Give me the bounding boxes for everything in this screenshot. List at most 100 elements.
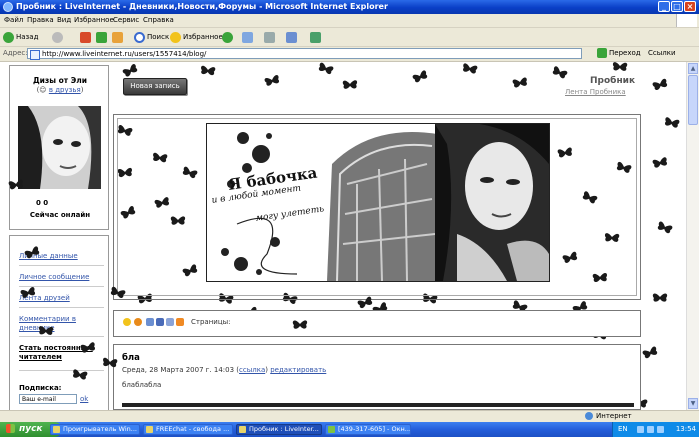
add-friend-row: (☺ в друзья) (36, 86, 84, 94)
smile-icon[interactable] (123, 318, 131, 326)
windows-flag-icon (6, 424, 15, 433)
task-window[interactable]: [439-317-605] - Окн... (325, 424, 411, 435)
media-player-icon (53, 426, 60, 433)
divider (19, 370, 104, 371)
butterfly-icon (264, 75, 280, 86)
new-post-button[interactable]: Новая запись (123, 78, 187, 95)
butterfly-icon (512, 77, 527, 88)
favorites-button[interactable]: Избранное (170, 31, 223, 43)
list-icon[interactable] (156, 318, 164, 326)
rss-icon[interactable] (176, 318, 184, 326)
divider (19, 265, 104, 266)
media-icon (222, 31, 233, 43)
clock: 13:54 (675, 425, 696, 433)
address-url: http://www.liveinternet.ru/users/1557414… (42, 50, 207, 58)
stop-icon (80, 31, 91, 43)
stop-button[interactable] (80, 31, 91, 43)
menu-tools[interactable]: Сервис (113, 16, 139, 24)
nav-become-reader[interactable]: Стать постоянным читателем (19, 344, 104, 362)
menu-favorites[interactable]: Избранное (74, 16, 114, 24)
post-edit-link[interactable]: редактировать (270, 366, 326, 374)
links-button[interactable]: Ссылки (648, 49, 676, 57)
post-permalink[interactable]: ссылка (239, 366, 265, 374)
task-probnik[interactable]: Пробник : LiveInter... (236, 424, 322, 435)
divider (19, 286, 104, 287)
menu-view[interactable]: Вид (57, 16, 71, 24)
language-indicator[interactable]: EN (618, 422, 628, 437)
menu-edit[interactable]: Правка (27, 16, 54, 24)
back-button[interactable]: Назад (3, 31, 38, 43)
menu-file[interactable]: Файл (4, 16, 23, 24)
scroll-up-arrow-icon[interactable]: ▲ (688, 63, 698, 74)
nav-friends-feed[interactable]: Лента друзей (19, 294, 104, 303)
butterfly-icon (552, 66, 568, 79)
blog-title: Пробник (590, 76, 636, 86)
star-icon (170, 31, 181, 43)
scroll-down-arrow-icon[interactable]: ▼ (688, 398, 698, 409)
mail-button[interactable] (242, 31, 253, 43)
globe-icon (585, 412, 593, 420)
nav-private-message[interactable]: Личное сообщение (19, 273, 104, 282)
forward-button[interactable] (52, 31, 65, 43)
address-label: Адрес: (3, 49, 28, 57)
butterfly-icon (664, 117, 680, 128)
butterfly-icon (652, 78, 668, 91)
edit-button[interactable] (286, 31, 297, 43)
window-title: Пробник : LiveInternet - Дневники,Новост… (16, 2, 388, 11)
print-button[interactable] (264, 31, 275, 43)
add-friend-link[interactable]: в друзья (49, 86, 81, 94)
maximize-button[interactable]: □ (671, 1, 683, 12)
back-arrow-icon (3, 31, 14, 43)
go-arrow-icon (597, 48, 607, 58)
mood-icon[interactable] (134, 318, 142, 326)
online-status: Сейчас онлайн (29, 211, 91, 219)
divider (19, 307, 104, 308)
subscribe-ok-link[interactable]: ok (80, 395, 88, 403)
messenger-button[interactable] (310, 31, 321, 43)
address-bar: Адрес: http://www.liveinternet.ru/users/… (0, 47, 699, 62)
post-title: бла (122, 353, 140, 363)
post-tools-row: Страницы: (113, 310, 641, 337)
butterfly-icon (652, 293, 668, 302)
post-meta: Среда, 28 Марта 2007 г. 14:03 (ссылка) р… (122, 366, 327, 374)
mail-icon (242, 31, 253, 43)
browser-icon (146, 426, 153, 433)
blog-feed-link[interactable]: Лента Пробника (565, 88, 626, 96)
edit-icon (286, 31, 297, 43)
task-freechat[interactable]: FREEchat - свобода ... (143, 424, 233, 435)
home-icon (112, 31, 123, 43)
post-card: бла Среда, 28 Марта 2007 г. 14:03 (ссылк… (113, 344, 641, 410)
system-tray: EN 13:54 (612, 422, 699, 437)
browser-icon (239, 426, 246, 433)
email-field[interactable]: Ваш e-mail (19, 394, 77, 404)
media-button[interactable] (222, 31, 235, 43)
refresh-button[interactable] (96, 31, 107, 43)
butterfly-icon (652, 157, 668, 168)
menu-help[interactable]: Справка (143, 16, 174, 24)
scroll-thumb[interactable] (688, 75, 698, 125)
vertical-scrollbar[interactable]: ▲ ▼ (686, 62, 699, 410)
window-title-bar: Пробник : LiveInternet - Дневники,Новост… (0, 0, 699, 14)
nav-diary-comments[interactable]: Комментарии в дневнике (19, 315, 104, 333)
tray-icon[interactable] (637, 426, 644, 433)
calendar-icon[interactable] (146, 318, 154, 326)
tray-icon[interactable] (657, 426, 664, 433)
print-icon (264, 31, 275, 43)
nav-personal-data[interactable]: Личные данные (19, 252, 104, 261)
butterfly-icon (318, 62, 334, 75)
archive-icon[interactable] (166, 318, 174, 326)
banner-image (207, 124, 549, 281)
tray-icon[interactable] (647, 426, 654, 433)
address-input[interactable]: http://www.liveinternet.ru/users/1557414… (27, 48, 582, 60)
refresh-icon (96, 31, 107, 43)
go-button[interactable]: Переход (597, 48, 641, 59)
search-button[interactable]: Поиск (134, 31, 169, 43)
butterfly-icon (642, 346, 658, 359)
user-nav: Личные данные Личное сообщение Лента дру… (9, 235, 109, 410)
pages-label: Страницы: (191, 318, 231, 326)
taskbar: пуск Проигрыватель Win... FREEchat - сво… (0, 422, 699, 437)
task-media-player[interactable]: Проигрыватель Win... (50, 424, 140, 435)
minimize-button[interactable]: _ (658, 1, 670, 12)
close-button[interactable]: × (684, 1, 696, 12)
home-button[interactable] (112, 31, 123, 43)
